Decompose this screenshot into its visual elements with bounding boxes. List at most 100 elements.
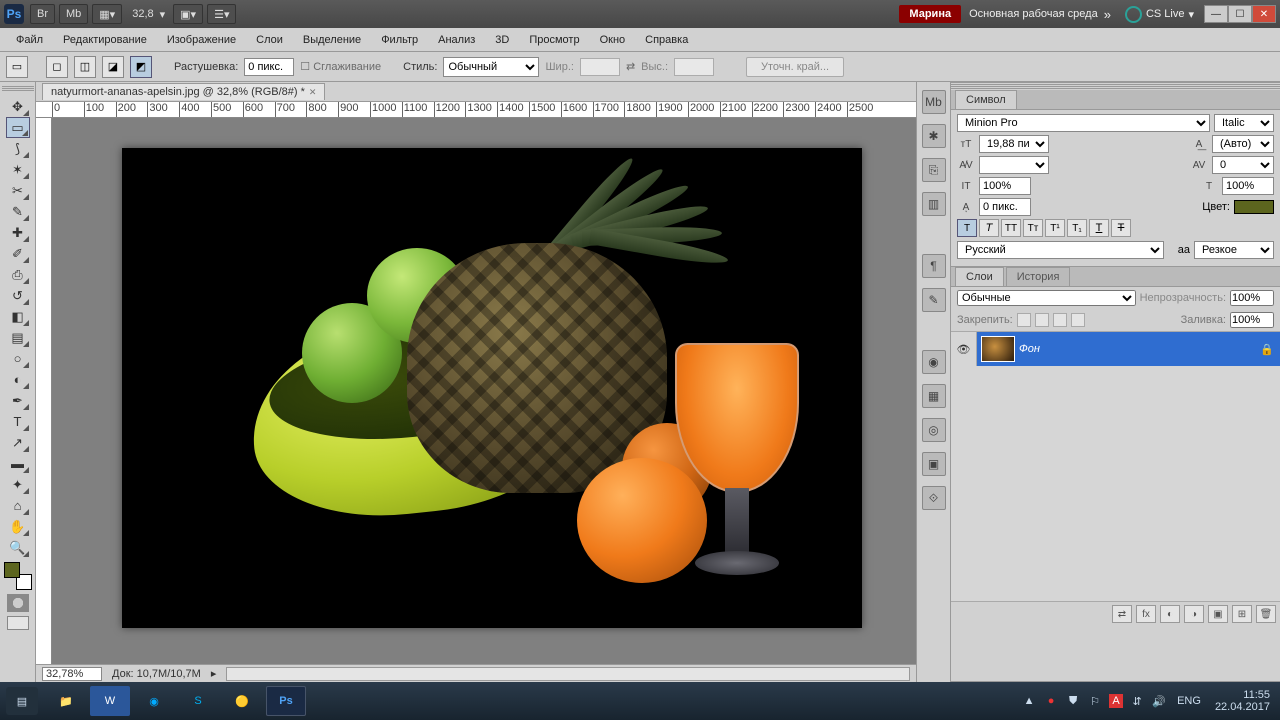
user-badge[interactable]: Марина [899,5,961,23]
layer-mask-icon[interactable]: ◐ [1160,605,1180,623]
tray-adobe-icon[interactable]: A [1109,694,1123,708]
tray-clock[interactable]: 11:55 22.04.2017 [1211,689,1274,713]
swatches-panel-icon[interactable]: ▣ [922,452,946,476]
task-word-icon[interactable]: W [90,686,130,716]
vscale-input[interactable] [979,177,1031,195]
faux-bold-button[interactable]: T [957,219,977,237]
layer-style-icon[interactable]: fx [1136,605,1156,623]
doc-arrange-button[interactable]: ▦▾ [92,4,122,24]
tool-preset-panel-icon[interactable]: ✎ [922,288,946,312]
leading-select[interactable]: (Авто) [1212,135,1274,153]
workspace-switcher[interactable]: Основная рабочая среда [969,8,1098,20]
blur-tool-icon[interactable]: ○ [6,348,30,369]
font-family-select[interactable]: Minion Pro [957,114,1210,132]
screen-mode-button[interactable]: ▣▾ [173,4,203,24]
marquee-tool-icon[interactable]: ▭ [6,117,30,138]
baseline-input[interactable] [979,198,1031,216]
visibility-eye-icon[interactable]: 👁 [951,332,977,366]
styles-panel-icon[interactable]: ⟐ [922,486,946,510]
tray-shield-icon[interactable]: ⛊ [1065,693,1081,709]
link-layers-icon[interactable]: ⇄ [1112,605,1132,623]
font-size-select[interactable]: 19,88 пикс [979,135,1049,153]
foreground-color-icon[interactable] [4,562,20,578]
minimize-button[interactable]: — [1204,5,1228,23]
histogram-panel-icon[interactable]: ▥ [922,192,946,216]
new-layer-icon[interactable]: ⊞ [1232,605,1252,623]
style-select[interactable]: Обычный [443,57,539,77]
minibridge-button[interactable]: Mb [59,4,88,24]
screen-mode-icon[interactable] [7,616,29,630]
swatch-colors[interactable] [4,562,32,590]
minibridge-panel-icon[interactable]: Mb [922,90,946,114]
lock-image-icon[interactable] [1035,313,1049,327]
allcaps-button[interactable]: TT [1001,219,1021,237]
lock-position-icon[interactable] [1053,313,1067,327]
status-zoom[interactable]: 32,78% [42,667,102,681]
layer-row[interactable]: 👁 Фон 🔒 [951,332,1280,366]
lasso-tool-icon[interactable]: ⟆ [6,138,30,159]
canvas-image[interactable] [122,148,862,628]
move-tool-icon[interactable]: ✥ [6,96,30,117]
hand-tool-icon[interactable]: ✋ [6,516,30,537]
tab-history[interactable]: История [1006,267,1071,286]
menu-3d[interactable]: 3D [485,31,519,49]
opacity-input[interactable] [1230,290,1274,306]
crop-tool-icon[interactable]: ✂ [6,180,30,201]
h-scrollbar[interactable] [226,667,910,681]
ruler-horizontal[interactable]: 0 100 200 300 400 500 600 700 800 900 10… [36,102,916,118]
gradient-tool-icon[interactable]: ▤ [6,327,30,348]
dodge-tool-icon[interactable]: ◐ [6,369,30,390]
maximize-button[interactable]: ☐ [1228,5,1252,23]
task-edge-icon[interactable]: ◉ [134,686,174,716]
eyedropper-tool-icon[interactable]: ✎ [6,201,30,222]
menu-help[interactable]: Справка [635,31,698,49]
layer-thumbnail[interactable] [981,336,1015,362]
menu-view[interactable]: Просмотр [519,31,589,49]
quickselect-tool-icon[interactable]: ✶ [6,159,30,180]
menu-file[interactable]: Файл [6,31,53,49]
quick-mask-icon[interactable] [7,594,29,612]
3d-camera-tool-icon[interactable]: ⌂ [6,495,30,516]
tray-network-icon[interactable]: ⇵ [1129,693,1145,709]
selection-add-icon[interactable]: ◫ [74,56,96,78]
close-tab-icon[interactable]: ✕ [309,87,317,98]
menu-edit[interactable]: Редактирование [53,31,157,49]
tracking-select[interactable]: 0 [1212,156,1274,174]
ruler-vertical[interactable] [36,118,52,664]
task-photoshop-icon[interactable]: Ps [266,686,306,716]
history-brush-tool-icon[interactable]: ↺ [6,285,30,306]
adjustment-layer-icon[interactable]: ◑ [1184,605,1204,623]
task-skype-icon[interactable]: S [178,686,218,716]
antialias-select[interactable]: Резкое [1194,241,1274,259]
menu-analysis[interactable]: Анализ [428,31,485,49]
strike-button[interactable]: T [1111,219,1131,237]
brushes-panel-icon[interactable]: ✱ [922,124,946,148]
pen-tool-icon[interactable]: ✒ [6,390,30,411]
selection-new-icon[interactable]: ◻ [46,56,68,78]
brush-tool-icon[interactable]: ✐ [6,243,30,264]
layer-list[interactable]: 👁 Фон 🔒 [951,331,1280,601]
canvas-viewport[interactable] [52,118,916,664]
subscript-button[interactable]: T₁ [1067,219,1087,237]
kerning-select[interactable] [979,156,1049,174]
menu-window[interactable]: Окно [590,31,636,49]
menu-image[interactable]: Изображение [157,31,246,49]
marquee-tool-preset-icon[interactable]: ▭ [6,56,28,78]
task-chrome-icon[interactable]: 🟡 [222,686,262,716]
selection-subtract-icon[interactable]: ◪ [102,56,124,78]
font-style-select[interactable]: Italic [1214,114,1274,132]
layer-name[interactable]: Фон [1019,343,1260,355]
tray-sound-icon[interactable]: 🔊 [1151,693,1167,709]
extras-button[interactable]: ☰▾ [207,4,236,24]
lock-transparent-icon[interactable] [1017,313,1031,327]
toolbox-handle-icon[interactable] [2,86,34,92]
tab-layers[interactable]: Слои [955,267,1004,286]
tray-flag-icon[interactable]: ⚐ [1087,693,1103,709]
tray-arrow-icon[interactable]: ▲ [1021,693,1037,709]
selection-intersect-icon[interactable]: ◩ [130,56,152,78]
eraser-tool-icon[interactable]: ◧ [6,306,30,327]
feather-input[interactable] [244,58,294,76]
blend-mode-select[interactable]: Обычные [957,290,1136,306]
language-select[interactable]: Русский [957,241,1164,259]
tray-language[interactable]: ENG [1173,695,1205,707]
